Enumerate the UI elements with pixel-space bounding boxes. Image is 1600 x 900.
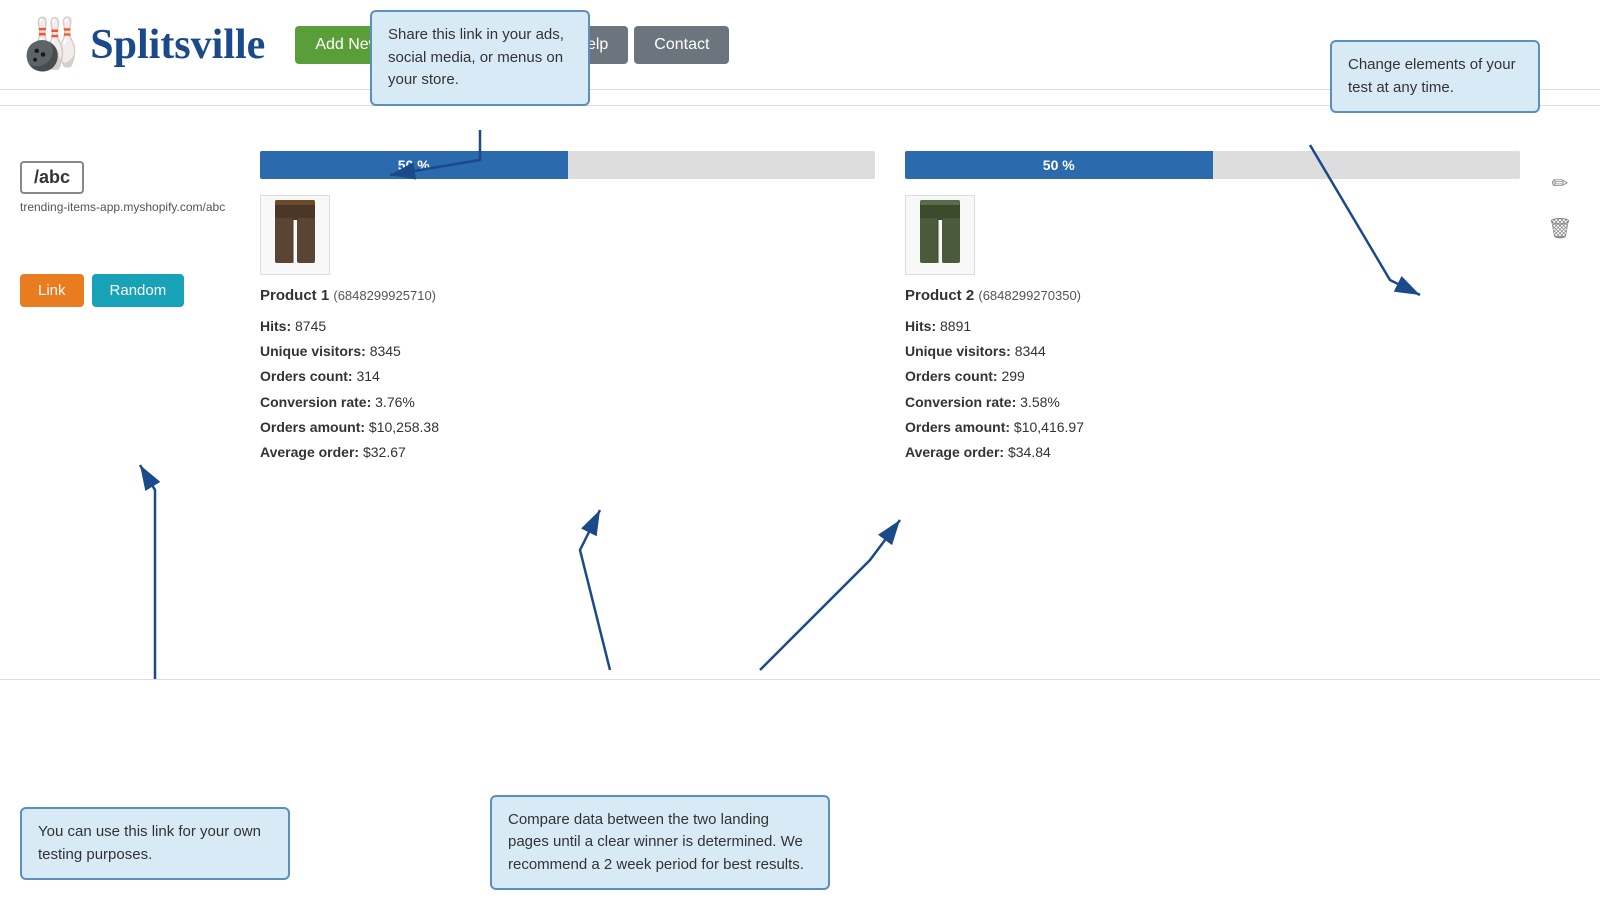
product-1-stats: Hits: 8745 Unique visitors: 8345 Orders … [260,314,875,465]
main-content: /abc trending-items-app.myshopify.com/ab… [0,121,1600,465]
product-1-orders-count: Orders count: 314 [260,364,875,389]
product-1-average-order: Average order: $32.67 [260,440,875,465]
product-2-conversion-rate: Conversion rate: 3.58% [905,390,1520,415]
product-2-orders-count: Orders count: 299 [905,364,1520,389]
product-1-name: Product 1 (6848299925710) [260,287,875,304]
product-1-conversion-rate: Conversion rate: 3.76% [260,390,875,415]
product-1-orders-amount: Orders amount: $10,258.38 [260,415,875,440]
tooltip-link-purpose: You can use this link for your own testi… [20,807,290,880]
tooltip-share: Share this link in your ads, social medi… [370,10,590,106]
right-icons: ✏ 🗑 [1540,141,1580,465]
tooltip-change: Change elements of your test at any time… [1330,40,1540,113]
product-2-progress-bar: 50 % [905,151,1520,179]
product-2-hits: Hits: 8891 [905,314,1520,339]
logo-area: 🎳 Splitsville [20,15,265,74]
link-button[interactable]: Link [20,274,84,307]
products-area: 50 % Product 1 (6848299925710) Hits: [260,141,1520,465]
logo-text: Splitsville [90,21,265,69]
product-2-progress-fill: 50 % [905,151,1213,179]
abc-badge: /abc [20,161,84,194]
product-2-orders-amount: Orders amount: $10,416.97 [905,415,1520,440]
product-1-progress-bar: 50 % [260,151,875,179]
product-1-column: 50 % Product 1 (6848299925710) Hits: [260,151,875,465]
product-1-hits: Hits: 8745 [260,314,875,339]
product-1-unique-visitors: Unique visitors: 8345 [260,339,875,364]
product-2-unique-visitors: Unique visitors: 8344 [905,339,1520,364]
link-buttons: Link Random [20,274,240,307]
product-2-image [905,195,975,275]
product-1-image [260,195,330,275]
tooltip-compare: Compare data between the two landing pag… [490,795,830,891]
store-url: trending-items-app.myshopify.com/abc [20,200,240,214]
product-2-name: Product 2 (6848299270350) [905,287,1520,304]
sidebar: /abc trending-items-app.myshopify.com/ab… [20,141,240,465]
delete-icon[interactable]: 🗑 [1547,216,1572,241]
product-2-average-order: Average order: $34.84 [905,440,1520,465]
bottom-separator [0,679,1600,680]
product-2-column: 50 % Product 2 (6848299270350) Hits: [905,151,1520,465]
edit-icon[interactable]: ✏ [1552,171,1569,196]
product-1-progress-fill: 50 % [260,151,568,179]
contact-button[interactable]: Contact [634,26,729,64]
random-button[interactable]: Random [92,274,185,307]
bowling-icon: 🎳 [20,15,82,74]
product-2-stats: Hits: 8891 Unique visitors: 8344 Orders … [905,314,1520,465]
